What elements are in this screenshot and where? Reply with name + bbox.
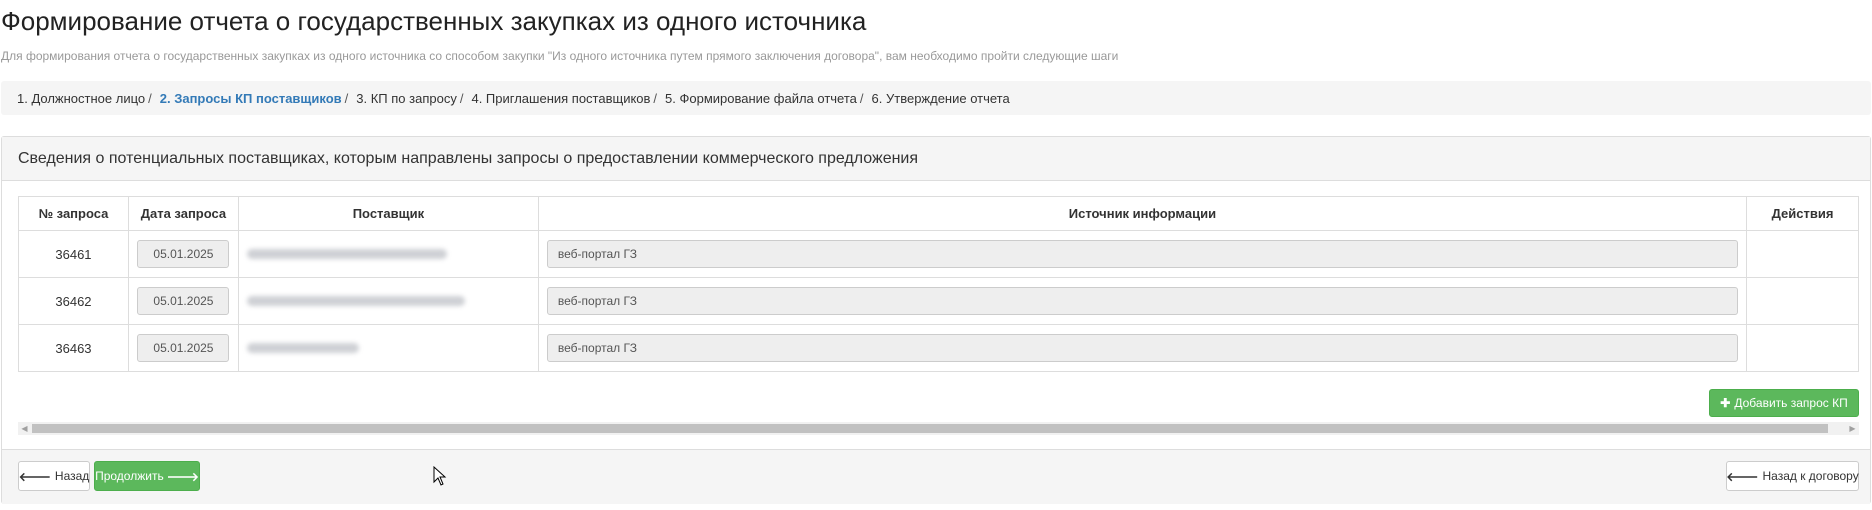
info-source-cell: веб-портал ГЗ — [537, 230, 1748, 278]
supplier-redacted — [246, 342, 359, 353]
actions-cell — [1746, 277, 1859, 325]
step-report-file[interactable]: 5. Формирование файла отчета — [665, 91, 857, 106]
continue-button[interactable]: Продолжить 🡒 — [94, 461, 200, 491]
request-no: 36462 — [18, 277, 129, 325]
request-no: 36463 — [18, 324, 129, 372]
back-button[interactable]: 🡐 Назад — [18, 461, 90, 491]
step-separator: / — [859, 90, 864, 106]
step-supplier-invitations[interactable]: 4. Приглашения поставщиков — [471, 91, 650, 106]
col-supplier: Поставщик — [237, 196, 539, 231]
step-report-approval[interactable]: 6. Утверждение отчета — [872, 91, 1010, 106]
step-official[interactable]: 1. Должностное лицо — [17, 91, 145, 106]
step-separator: / — [459, 90, 464, 106]
col-request-date: Дата запроса — [127, 196, 239, 231]
step-cp-by-request[interactable]: 3. КП по запросу — [356, 91, 457, 106]
request-date-field[interactable]: 05.01.2025 — [137, 287, 230, 315]
step-cp-requests[interactable]: 2. Запросы КП поставщиков — [160, 91, 342, 106]
plus-icon: ✚ — [1720, 396, 1731, 410]
col-request-no: № запроса — [18, 196, 129, 231]
request-date-field[interactable]: 05.01.2025 — [137, 334, 230, 362]
add-cp-request-label: Добавить запрос КП — [1734, 396, 1848, 410]
supplier-redacted — [246, 295, 465, 306]
steps-breadcrumb: 1. Должностное лицо/ 2. Запросы КП поста… — [1, 81, 1871, 115]
request-date-cell: 05.01.2025 — [127, 230, 239, 278]
info-source-cell: веб-портал ГЗ — [537, 324, 1748, 372]
supplier-cell — [237, 230, 539, 278]
step-separator: / — [148, 90, 152, 106]
add-cp-request-button[interactable]: ✚ Добавить запрос КП — [1709, 389, 1859, 417]
scroll-left-icon[interactable]: ◀ — [18, 422, 31, 435]
panel-heading: Сведения о потенциальных поставщиках, ко… — [2, 137, 1870, 181]
continue-label: Продолжить — [95, 469, 164, 483]
actions-cell — [1746, 230, 1859, 278]
requests-table: № запроса Дата запроса Поставщик Источни… — [18, 196, 1859, 372]
step-separator: / — [653, 90, 658, 106]
supplier-redacted — [246, 248, 447, 259]
supplier-cell — [237, 324, 539, 372]
scroll-right-icon[interactable]: ▶ — [1846, 422, 1859, 435]
scrollbar-thumb[interactable] — [32, 424, 1828, 433]
back-label: Назад — [54, 469, 90, 483]
back-to-contract-label: Назад к договору — [1762, 469, 1859, 483]
page-title: Формирование отчета о государственных за… — [1, 6, 867, 36]
table-header-row: № запроса Дата запроса Поставщик Источни… — [18, 196, 1859, 231]
request-date-cell: 05.01.2025 — [127, 324, 239, 372]
suppliers-panel: Сведения о потенциальных поставщиках, ко… — [1, 136, 1871, 504]
request-no: 36461 — [18, 230, 129, 278]
mouse-cursor-icon — [433, 466, 447, 486]
arrow-right-icon: 🡒 — [166, 469, 199, 484]
supplier-cell — [237, 277, 539, 325]
arrow-left-icon: 🡐 — [18, 469, 51, 484]
info-source-field[interactable]: веб-портал ГЗ — [546, 240, 1739, 268]
page-subtitle: Для формирования отчета о государственны… — [1, 49, 1119, 63]
request-date-cell: 05.01.2025 — [127, 277, 239, 325]
arrow-left-icon: 🡐 — [1726, 469, 1759, 484]
horizontal-scrollbar[interactable]: ◀ ▶ — [18, 422, 1859, 435]
col-actions: Действия — [1746, 196, 1859, 231]
step-separator: / — [344, 90, 349, 106]
table-row: 36463 05.01.2025 веб-портал ГЗ — [18, 324, 1859, 372]
info-source-field[interactable]: веб-портал ГЗ — [546, 287, 1739, 315]
info-source-cell: веб-портал ГЗ — [537, 277, 1748, 325]
table-row: 36461 05.01.2025 веб-портал ГЗ — [18, 230, 1859, 278]
request-date-field[interactable]: 05.01.2025 — [137, 240, 230, 268]
panel-footer: 🡐 Назад Продолжить 🡒 🡐 Назад к договору — [2, 449, 1870, 504]
table-row: 36462 05.01.2025 веб-портал ГЗ — [18, 277, 1859, 325]
actions-cell — [1746, 324, 1859, 372]
info-source-field[interactable]: веб-портал ГЗ — [546, 334, 1739, 362]
col-info-source: Источник информации — [537, 196, 1748, 231]
back-to-contract-button[interactable]: 🡐 Назад к договору — [1726, 461, 1859, 491]
